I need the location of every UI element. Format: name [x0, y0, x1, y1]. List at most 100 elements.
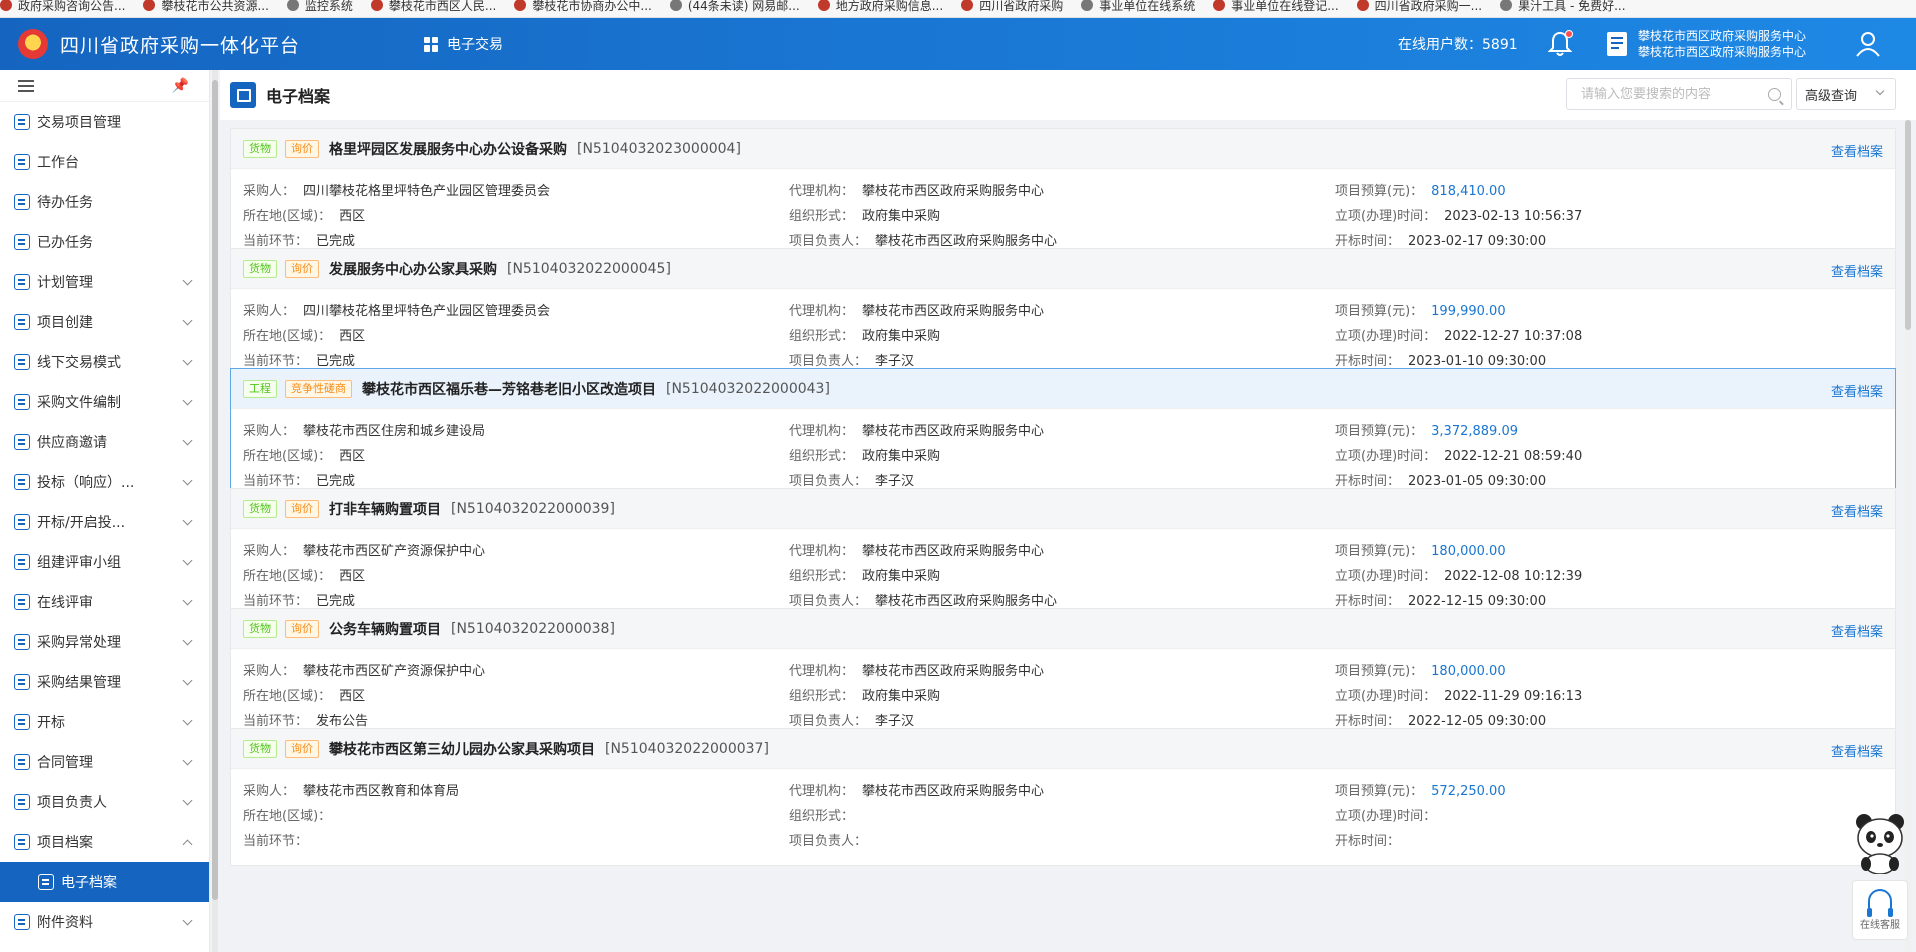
- sidebar-item-label: 线下交易模式: [37, 355, 121, 371]
- field-agency: 代理机构： 攀枝花市西区政府采购服务中心: [789, 424, 1045, 439]
- bookmark-item[interactable]: 事业单位在线系统: [1081, 0, 1195, 14]
- menu-toggle-icon[interactable]: [18, 79, 34, 92]
- organization-name[interactable]: 攀枝花市西区政府采购服务中心 攀枝花市西区政府采购服务中心: [1638, 28, 1806, 60]
- archive-list: 货物 询价 格里坪园区发展服务中心办公设备采购 [N5104032023000004]…: [230, 128, 1906, 952]
- sidebar-item-14[interactable]: 采购结果管理: [0, 662, 209, 702]
- archive-card[interactable]: 货物 询价 格里坪园区发展服务中心办公设备采购 [N5104032023000004]…: [230, 128, 1896, 266]
- sidebar-item-11[interactable]: 组建评审小组: [0, 542, 209, 582]
- field-purchaser: 采购人： 攀枝花市西区住房和城乡建设局: [243, 424, 486, 439]
- field-org-form: 组织形式： 政府集中采购: [789, 209, 941, 224]
- chevron-up-icon: [182, 839, 193, 849]
- menu-item-icon: [14, 234, 30, 250]
- sidebar-item-label: 采购文件编制: [37, 395, 121, 411]
- field-open-time: 开标时间：: [1335, 834, 1401, 849]
- chevron-down-icon: [182, 315, 193, 325]
- sidebar-item-5[interactable]: 项目创建: [0, 302, 209, 342]
- project-title: 格里坪园区发展服务中心办公设备采购: [329, 141, 567, 158]
- card-header: 货物 询价 打非车辆购置项目 [N5104032022000039] 查看档案: [231, 489, 1895, 529]
- category-tag: 货物: [243, 259, 277, 278]
- sidebar-scrollbar-thumb[interactable]: [212, 80, 218, 900]
- menu-item-icon: [14, 354, 30, 370]
- sidebar-item-2[interactable]: 待办任务: [0, 182, 209, 222]
- main-scrollbar-thumb[interactable]: [1905, 120, 1911, 330]
- field-open-time: 开标时间： 2023-01-05 09:30:00: [1335, 474, 1547, 489]
- sidebar-item-after-0[interactable]: 附件资料: [0, 902, 209, 942]
- field-org-form: 组织形式： 政府集中采购: [789, 449, 941, 464]
- sidebar-item-10[interactable]: 开标/开启投...: [0, 502, 209, 542]
- panda-mascot-icon[interactable]: [1852, 812, 1908, 874]
- bookmark-item[interactable]: 攀枝花市协商办公中...: [514, 0, 652, 14]
- field-setup-time: 立项(办理)时间：: [1335, 809, 1437, 824]
- sidebar-item-electronic-archive[interactable]: 电子档案: [0, 862, 209, 902]
- menu-item-icon: [14, 634, 30, 650]
- bookmark-item[interactable]: 攀枝花市公共资源...: [143, 0, 269, 14]
- project-code: [N5104032022000039]: [451, 500, 615, 517]
- archive-card[interactable]: 货物 询价 攀枝花市西区第三幼儿园办公家具采购项目 [N510403202200003…: [230, 728, 1896, 866]
- bell-icon[interactable]: [1547, 30, 1573, 58]
- sidebar-item-label: 投标（响应）...: [37, 475, 135, 491]
- sidebar-item-label: 开标: [37, 715, 65, 731]
- bookmark-item[interactable]: 攀枝花市西区人民...: [370, 0, 496, 14]
- search-input[interactable]: [1581, 86, 1771, 102]
- sidebar-item-9[interactable]: 投标（响应）...: [0, 462, 209, 502]
- sidebar-item-12[interactable]: 在线评审: [0, 582, 209, 622]
- bookmark-item[interactable]: 监控系统: [286, 0, 353, 14]
- method-tag: 询价: [285, 619, 319, 638]
- sidebar-item-16[interactable]: 合同管理: [0, 742, 209, 782]
- sidebar-item-8[interactable]: 供应商邀请: [0, 422, 209, 462]
- sidebar-item-0[interactable]: 交易项目管理: [0, 102, 209, 142]
- sidebar-item-1[interactable]: 工作台: [0, 142, 209, 182]
- bookmark-item[interactable]: 地方政府采购信息...: [817, 0, 943, 14]
- sidebar-item-7[interactable]: 采购文件编制: [0, 382, 209, 422]
- chevron-down-icon: [182, 635, 193, 645]
- sidebar-item-15[interactable]: 开标: [0, 702, 209, 742]
- online-service-button[interactable]: 在线客服: [1852, 880, 1908, 940]
- bookmark-item[interactable]: 果汁工具 - 免费好...: [1500, 0, 1626, 14]
- search-box: [1566, 78, 1792, 110]
- sidebar-menu: 交易项目管理 工作台 待办任务 已办任务 计划管理 项目创建线下交易模式 采购文件编制供应商…: [0, 102, 209, 942]
- view-archive-link[interactable]: 查看档案: [1831, 141, 1883, 160]
- view-archive-link[interactable]: 查看档案: [1831, 741, 1883, 760]
- sidebar-item-6[interactable]: 线下交易模式: [0, 342, 209, 382]
- view-archive-link[interactable]: 查看档案: [1831, 621, 1883, 640]
- category-tag: 货物: [243, 619, 277, 638]
- field-budget: 项目预算(元)： 180,000.00: [1335, 544, 1506, 559]
- project-title: 公务车辆购置项目: [329, 621, 441, 638]
- archive-card[interactable]: 工程 竞争性磋商 攀枝花市西区福乐巷—芳铭巷老旧小区改造项目 [N5104032022…: [230, 368, 1896, 506]
- bookmark-item[interactable]: (44条未读) 网易邮...: [669, 0, 800, 14]
- sidebar-item-17[interactable]: 项目负责人: [0, 782, 209, 822]
- field-region: 所在地(区域)： 西区: [243, 329, 366, 344]
- menu-item-icon: [14, 594, 30, 610]
- bookmark-item[interactable]: 事业单位在线登记...: [1213, 0, 1339, 14]
- module-label: 电子交易: [447, 37, 504, 53]
- field-purchaser: 采购人： 四川攀枝花格里坪特色产业园区管理委员会: [243, 184, 551, 199]
- field-manager: 项目负责人： 攀枝花市西区政府采购服务中心: [789, 594, 1058, 609]
- project-title: 发展服务中心办公家具采购: [329, 261, 497, 278]
- archive-icon: [38, 874, 54, 890]
- module-electronic-trading[interactable]: 电子交易: [424, 34, 503, 54]
- user-icon[interactable]: [1855, 31, 1881, 57]
- view-archive-link[interactable]: 查看档案: [1831, 501, 1883, 520]
- sidebar-item-18[interactable]: 项目档案: [0, 822, 209, 862]
- sidebar-item-3[interactable]: 已办任务: [0, 222, 209, 262]
- sidebar-item-label: 采购异常处理: [37, 635, 121, 651]
- view-archive-link[interactable]: 查看档案: [1831, 261, 1883, 280]
- advanced-search-dropdown[interactable]: 高级查询: [1796, 78, 1896, 110]
- bookmark-item[interactable]: 四川省政府采购一...: [1356, 0, 1482, 14]
- archive-card[interactable]: 货物 询价 发展服务中心办公家具采购 [N5104032022000045] 查看档案采…: [230, 248, 1896, 386]
- archive-card[interactable]: 货物 询价 公务车辆购置项目 [N5104032022000038] 查看档案 采购人：攀…: [230, 608, 1896, 746]
- bookmark-item[interactable]: 四川省政府采购: [961, 0, 1063, 14]
- bookmark-item[interactable]: 政府采购咨询公告...: [0, 0, 125, 14]
- view-archive-link[interactable]: 查看档案: [1831, 381, 1883, 400]
- sidebar-item-4[interactable]: 计划管理: [0, 262, 209, 302]
- field-manager: 项目负责人：: [789, 834, 868, 849]
- method-tag: 询价: [285, 139, 319, 158]
- bookmark-favicon-icon: [0, 0, 12, 11]
- sidebar-item-13[interactable]: 采购异常处理: [0, 622, 209, 662]
- pin-icon[interactable]: 📌: [172, 78, 189, 94]
- card-header: 货物 询价 格里坪园区发展服务中心办公设备采购 [N5104032023000004]…: [231, 129, 1895, 169]
- field-setup-time: 立项(办理)时间： 2023-02-13 10:56:37: [1335, 209, 1583, 224]
- search-icon[interactable]: [1768, 88, 1781, 101]
- archive-card[interactable]: 货物 询价 打非车辆购置项目 [N5104032022000039] 查看档案 采购人：攀…: [230, 488, 1896, 626]
- method-tag: 询价: [285, 259, 319, 278]
